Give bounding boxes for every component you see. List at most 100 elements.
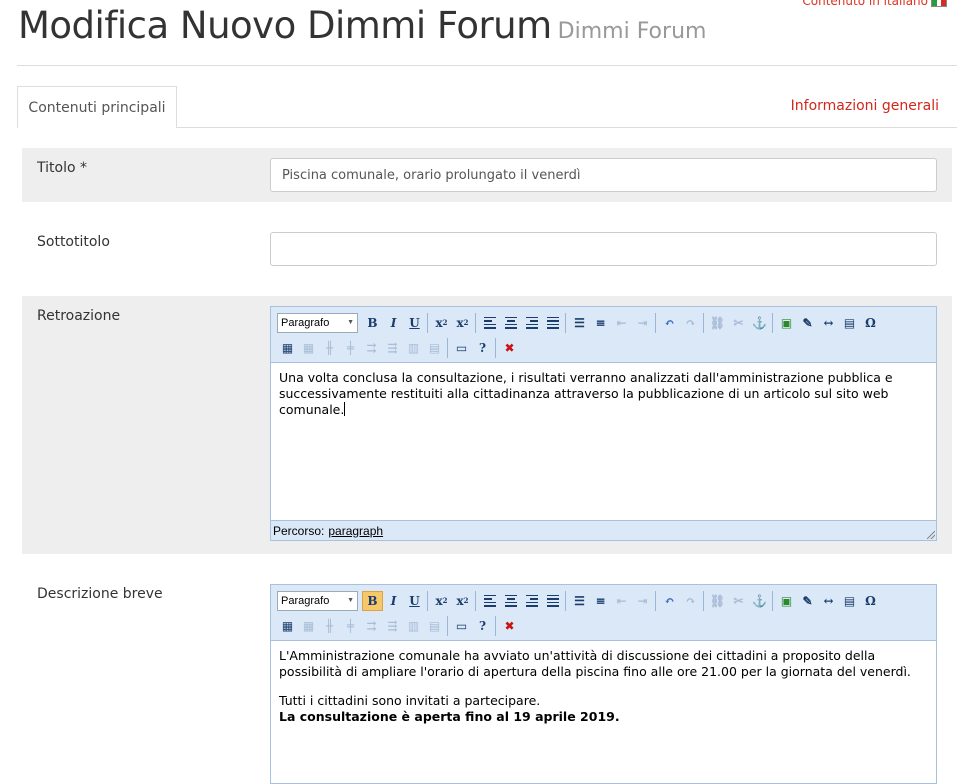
numbered-list-icon[interactable]: ≡ xyxy=(590,591,611,611)
subscript-button[interactable]: x2 xyxy=(431,313,452,333)
special-char-icon[interactable]: Ω xyxy=(860,313,881,333)
anchor-icon[interactable]: ⚓ xyxy=(749,313,770,333)
bullet-list-icon[interactable]: ☰ xyxy=(569,313,590,333)
horizontal-rule-icon[interactable]: ↔ xyxy=(818,591,839,611)
summary-label: Descrizione breve xyxy=(37,586,163,602)
bold-button[interactable]: B xyxy=(362,590,383,611)
title-input[interactable] xyxy=(270,158,937,192)
attachment-icon[interactable]: ✎ xyxy=(797,591,818,611)
chevron-down-icon: ▼ xyxy=(347,597,354,604)
indent-icon[interactable]: ⇥ xyxy=(632,591,653,611)
anchor-icon[interactable]: ⚓ xyxy=(749,591,770,611)
title-label: Titolo * xyxy=(37,160,87,176)
tab-informazioni-generali[interactable]: Informazioni generali xyxy=(791,98,939,114)
table-cell-icon[interactable]: ▤ xyxy=(424,338,445,358)
table-props-icon[interactable]: ▥ xyxy=(403,338,424,358)
superscript-button[interactable]: x2 xyxy=(452,313,473,333)
format-select[interactable]: Paragrafo ▼ xyxy=(277,312,358,333)
table-row-insert-icon[interactable]: ⇉ xyxy=(361,616,382,636)
page-title: Modifica Nuovo Dimmi Forum Dimmi Forum xyxy=(18,4,706,47)
summary-paragraph-1: L'Amministrazione comunale ha avviato un… xyxy=(279,648,911,679)
editor-toolbar: Paragrafo ▼ B I U x2 x2 ☰ ≡ ⇤ ⇥ ↶ ↷ ⛓ ✂ … xyxy=(271,585,936,641)
horizontal-rule-icon[interactable]: ↔ xyxy=(818,313,839,333)
language-indicator: Contenuto in italiano xyxy=(802,0,947,8)
editor-statusbar: Percorso: paragraph xyxy=(271,520,936,540)
table-insert-icon[interactable]: ▦ xyxy=(277,338,298,358)
unlink-icon[interactable]: ✂ xyxy=(728,591,749,611)
align-left-icon[interactable] xyxy=(479,591,500,611)
paste-text-icon[interactable]: ▤ xyxy=(839,591,860,611)
table-cell-icon[interactable]: ▤ xyxy=(424,616,445,636)
align-right-icon[interactable] xyxy=(521,591,542,611)
format-select[interactable]: Paragrafo ▼ xyxy=(277,590,358,611)
link-icon[interactable]: ⛓ xyxy=(707,313,728,333)
numbered-list-icon[interactable]: ≡ xyxy=(590,313,611,333)
superscript-button[interactable]: x2 xyxy=(452,591,473,611)
image-icon[interactable]: ▣ xyxy=(776,591,797,611)
table-insert-icon[interactable]: ▦ xyxy=(277,616,298,636)
undo-icon[interactable]: ↶ xyxy=(659,591,680,611)
image-icon[interactable]: ▣ xyxy=(776,313,797,333)
table-delete-icon[interactable]: ▦ xyxy=(298,338,319,358)
summary-editor-content[interactable]: L'Amministrazione comunale ha avviato un… xyxy=(271,641,936,732)
link-icon[interactable]: ⛓ xyxy=(707,591,728,611)
path-paragraph-link[interactable]: paragraph xyxy=(328,524,383,538)
unlink-icon[interactable]: ✂ xyxy=(728,313,749,333)
table-delete-icon[interactable]: ▦ xyxy=(298,616,319,636)
summary-editor[interactable]: Paragrafo ▼ B I U x2 x2 ☰ ≡ ⇤ ⇥ ↶ ↷ ⛓ ✂ … xyxy=(270,584,937,784)
subscript-button[interactable]: x2 xyxy=(431,591,452,611)
help-icon[interactable]: ? xyxy=(472,616,493,636)
help-icon[interactable]: ? xyxy=(472,338,493,358)
underline-button[interactable]: U xyxy=(404,313,425,333)
page-title-text: Modifica Nuovo Dimmi Forum xyxy=(18,4,552,47)
table-row-delete-icon[interactable]: ⇶ xyxy=(382,338,403,358)
redo-icon[interactable]: ↷ xyxy=(680,591,701,611)
align-justify-icon[interactable] xyxy=(542,591,563,611)
remove-format-icon[interactable]: ✖ xyxy=(499,616,520,636)
align-left-icon[interactable] xyxy=(479,313,500,333)
align-center-icon[interactable] xyxy=(500,591,521,611)
feedback-text: Una volta conclusa la consultazione, i r… xyxy=(279,370,893,417)
format-select-value: Paragrafo xyxy=(281,594,330,607)
outdent-icon[interactable]: ⇤ xyxy=(611,591,632,611)
fullscreen-icon[interactable]: ▭ xyxy=(451,338,472,358)
align-right-icon[interactable] xyxy=(521,313,542,333)
table-props-icon[interactable]: ▥ xyxy=(403,616,424,636)
tab-contenuti-principali[interactable]: Contenuti principali xyxy=(17,86,177,128)
underline-button[interactable]: U xyxy=(404,591,425,611)
table-row-delete-icon[interactable]: ⇶ xyxy=(382,616,403,636)
table-col-icon[interactable]: ╫ xyxy=(319,338,340,358)
redo-icon[interactable]: ↷ xyxy=(680,313,701,333)
special-char-icon[interactable]: Ω xyxy=(860,591,881,611)
table-merge-icon[interactable]: ╪ xyxy=(340,338,361,358)
feedback-editor[interactable]: Paragrafo ▼ B I U x2 x2 ☰ ≡ ⇤ ⇥ ↶ ↷ ⛓ ✂ … xyxy=(270,306,937,541)
attachment-icon[interactable]: ✎ xyxy=(797,313,818,333)
bold-button[interactable]: B xyxy=(362,313,383,333)
indent-icon[interactable]: ⇥ xyxy=(632,313,653,333)
undo-icon[interactable]: ↶ xyxy=(659,313,680,333)
chevron-down-icon: ▼ xyxy=(347,319,354,326)
paste-text-icon[interactable]: ▤ xyxy=(839,313,860,333)
table-merge-icon[interactable]: ╪ xyxy=(340,616,361,636)
path-label: Percorso: xyxy=(273,523,325,538)
feedback-editor-content[interactable]: Una volta conclusa la consultazione, i r… xyxy=(271,363,936,425)
table-col-icon[interactable]: ╫ xyxy=(319,616,340,636)
page-subtitle: Dimmi Forum xyxy=(557,19,707,44)
align-center-icon[interactable] xyxy=(500,313,521,333)
summary-row: Descrizione breve Paragrafo ▼ B I U x2 x2 xyxy=(22,574,952,784)
align-justify-icon[interactable] xyxy=(542,313,563,333)
table-row-insert-icon[interactable]: ⇉ xyxy=(361,338,382,358)
title-row: Titolo * xyxy=(22,148,952,202)
language-label: Contenuto in italiano xyxy=(802,0,928,8)
fullscreen-icon[interactable]: ▭ xyxy=(451,616,472,636)
format-select-value: Paragrafo xyxy=(281,316,330,329)
tab-divider xyxy=(177,127,957,128)
outdent-icon[interactable]: ⇤ xyxy=(611,313,632,333)
subtitle-input[interactable] xyxy=(270,232,937,266)
editor-toolbar: Paragrafo ▼ B I U x2 x2 ☰ ≡ ⇤ ⇥ ↶ ↷ ⛓ ✂ … xyxy=(271,307,936,363)
italic-button[interactable]: I xyxy=(383,313,404,333)
italic-button[interactable]: I xyxy=(383,591,404,611)
remove-format-icon[interactable]: ✖ xyxy=(499,338,520,358)
resize-grip-icon[interactable] xyxy=(927,531,935,539)
bullet-list-icon[interactable]: ☰ xyxy=(569,591,590,611)
